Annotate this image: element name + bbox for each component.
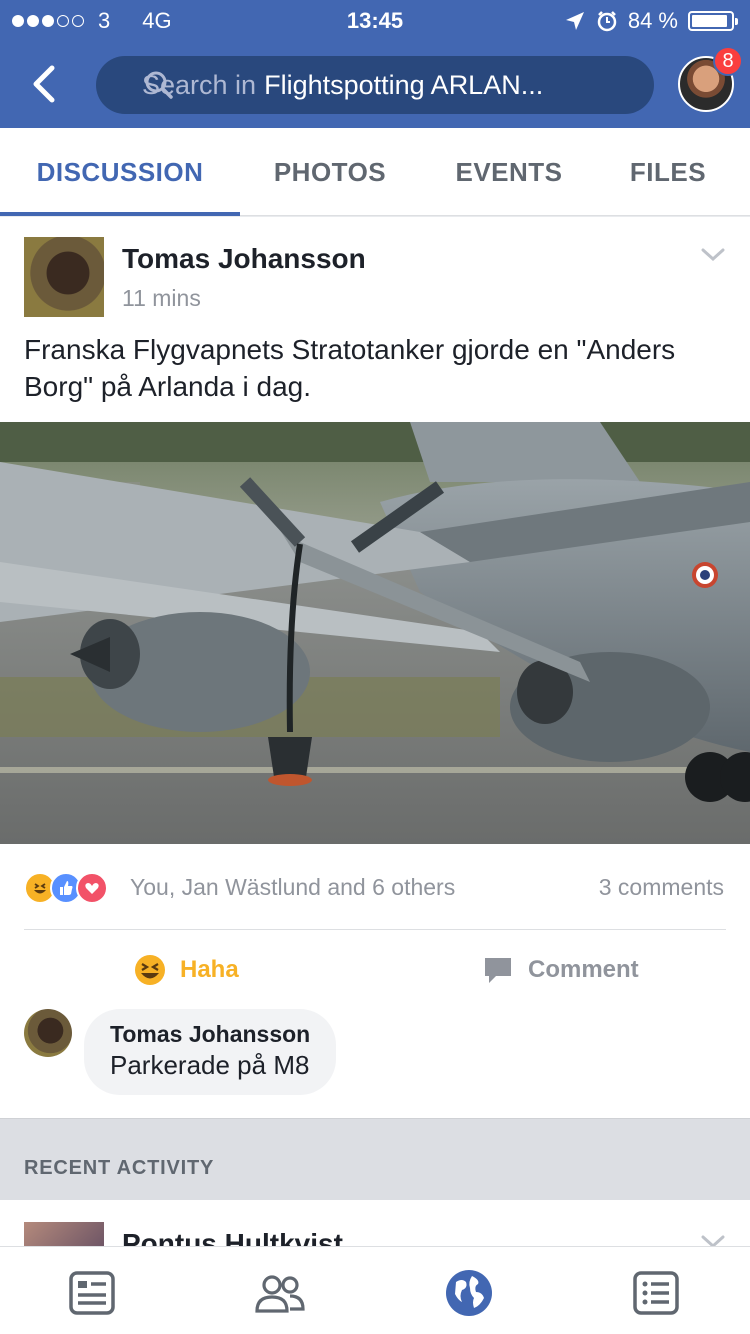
groups-icon [255, 1275, 305, 1313]
post-options-button[interactable] [700, 247, 726, 268]
post-author[interactable]: Tomas Johansson [122, 243, 366, 275]
recent-activity-header: RECENT ACTIVITY [0, 1118, 750, 1200]
globe-icon [446, 1270, 492, 1316]
recent-activity-title: RECENT ACTIVITY [24, 1157, 215, 1179]
comment-bubble[interactable]: Tomas Johansson Parkerade på M8 [84, 1009, 337, 1095]
chevron-down-icon [701, 1235, 725, 1246]
love-reaction-icon [76, 872, 108, 904]
tab-files[interactable]: FILES [598, 128, 738, 216]
chevron-down-icon [701, 248, 725, 262]
news-feed-icon [69, 1271, 115, 1315]
active-tab-indicator [0, 212, 240, 216]
comment-button[interactable]: Comment [482, 947, 639, 993]
back-button[interactable] [22, 58, 66, 110]
author-avatar[interactable] [24, 237, 104, 317]
aircraft-refueling-photo [0, 422, 750, 844]
menu-list-icon [633, 1271, 679, 1315]
search-icon [145, 71, 173, 99]
comment-label: Comment [528, 956, 639, 983]
comment-text: Parkerade på M8 [110, 1050, 310, 1080]
nav-menu[interactable] [628, 1265, 684, 1321]
author-avatar[interactable] [24, 1222, 104, 1246]
battery-percent: 84 % [627, 8, 678, 33]
tab-events[interactable]: EVENTS [420, 128, 598, 216]
commenter-avatar[interactable] [24, 1009, 72, 1057]
haha-label: Haha [180, 956, 239, 983]
tab-discussion[interactable]: DISCUSSION [0, 128, 240, 216]
app-header: 3 4G 13:45 84 % Search in Flightspotting… [0, 0, 750, 128]
location-arrow-icon [565, 12, 584, 30]
nav-news-feed[interactable] [64, 1265, 120, 1321]
search-group-name: Flightspotting ARLAN... [264, 69, 544, 100]
bottom-tab-bar [0, 1246, 750, 1334]
post-card: Pontus Hultkvist [0, 1200, 750, 1246]
post-photo[interactable] [0, 422, 750, 844]
comments-count[interactable]: 3 comments [599, 874, 724, 901]
post-card: Tomas Johansson 11 mins Franska Flygvapn… [0, 217, 750, 1118]
notification-badge: 8 [713, 46, 743, 76]
reactors-summary[interactable]: You, Jan Wästlund and 6 others [130, 874, 455, 901]
tab-photos[interactable]: PHOTOS [240, 128, 420, 216]
status-bar: 3 4G 13:45 84 % [0, 0, 750, 40]
chevron-left-icon [33, 65, 55, 103]
post-options-button[interactable] [700, 1234, 726, 1246]
comment-author[interactable]: Tomas Johansson [110, 1021, 310, 1048]
alarm-icon [597, 11, 617, 32]
nav-groups[interactable] [252, 1265, 308, 1321]
nav-globe[interactable] [441, 1265, 497, 1321]
post-author[interactable]: Pontus Hultkvist [122, 1228, 343, 1246]
group-tabs: DISCUSSION PHOTOS EVENTS FILES [0, 128, 750, 216]
group-search-input[interactable]: Search in Flightspotting ARLAN... [96, 56, 654, 114]
comment-icon [485, 958, 511, 983]
battery-icon [688, 11, 738, 31]
post-timestamp[interactable]: 11 mins [122, 285, 201, 312]
reaction-icons[interactable] [24, 872, 108, 904]
haha-button[interactable]: Haha [134, 947, 239, 993]
divider [24, 929, 726, 930]
haha-emoji-icon [135, 955, 165, 985]
post-text: Franska Flygvapnets Stratotanker gjorde … [24, 334, 676, 402]
